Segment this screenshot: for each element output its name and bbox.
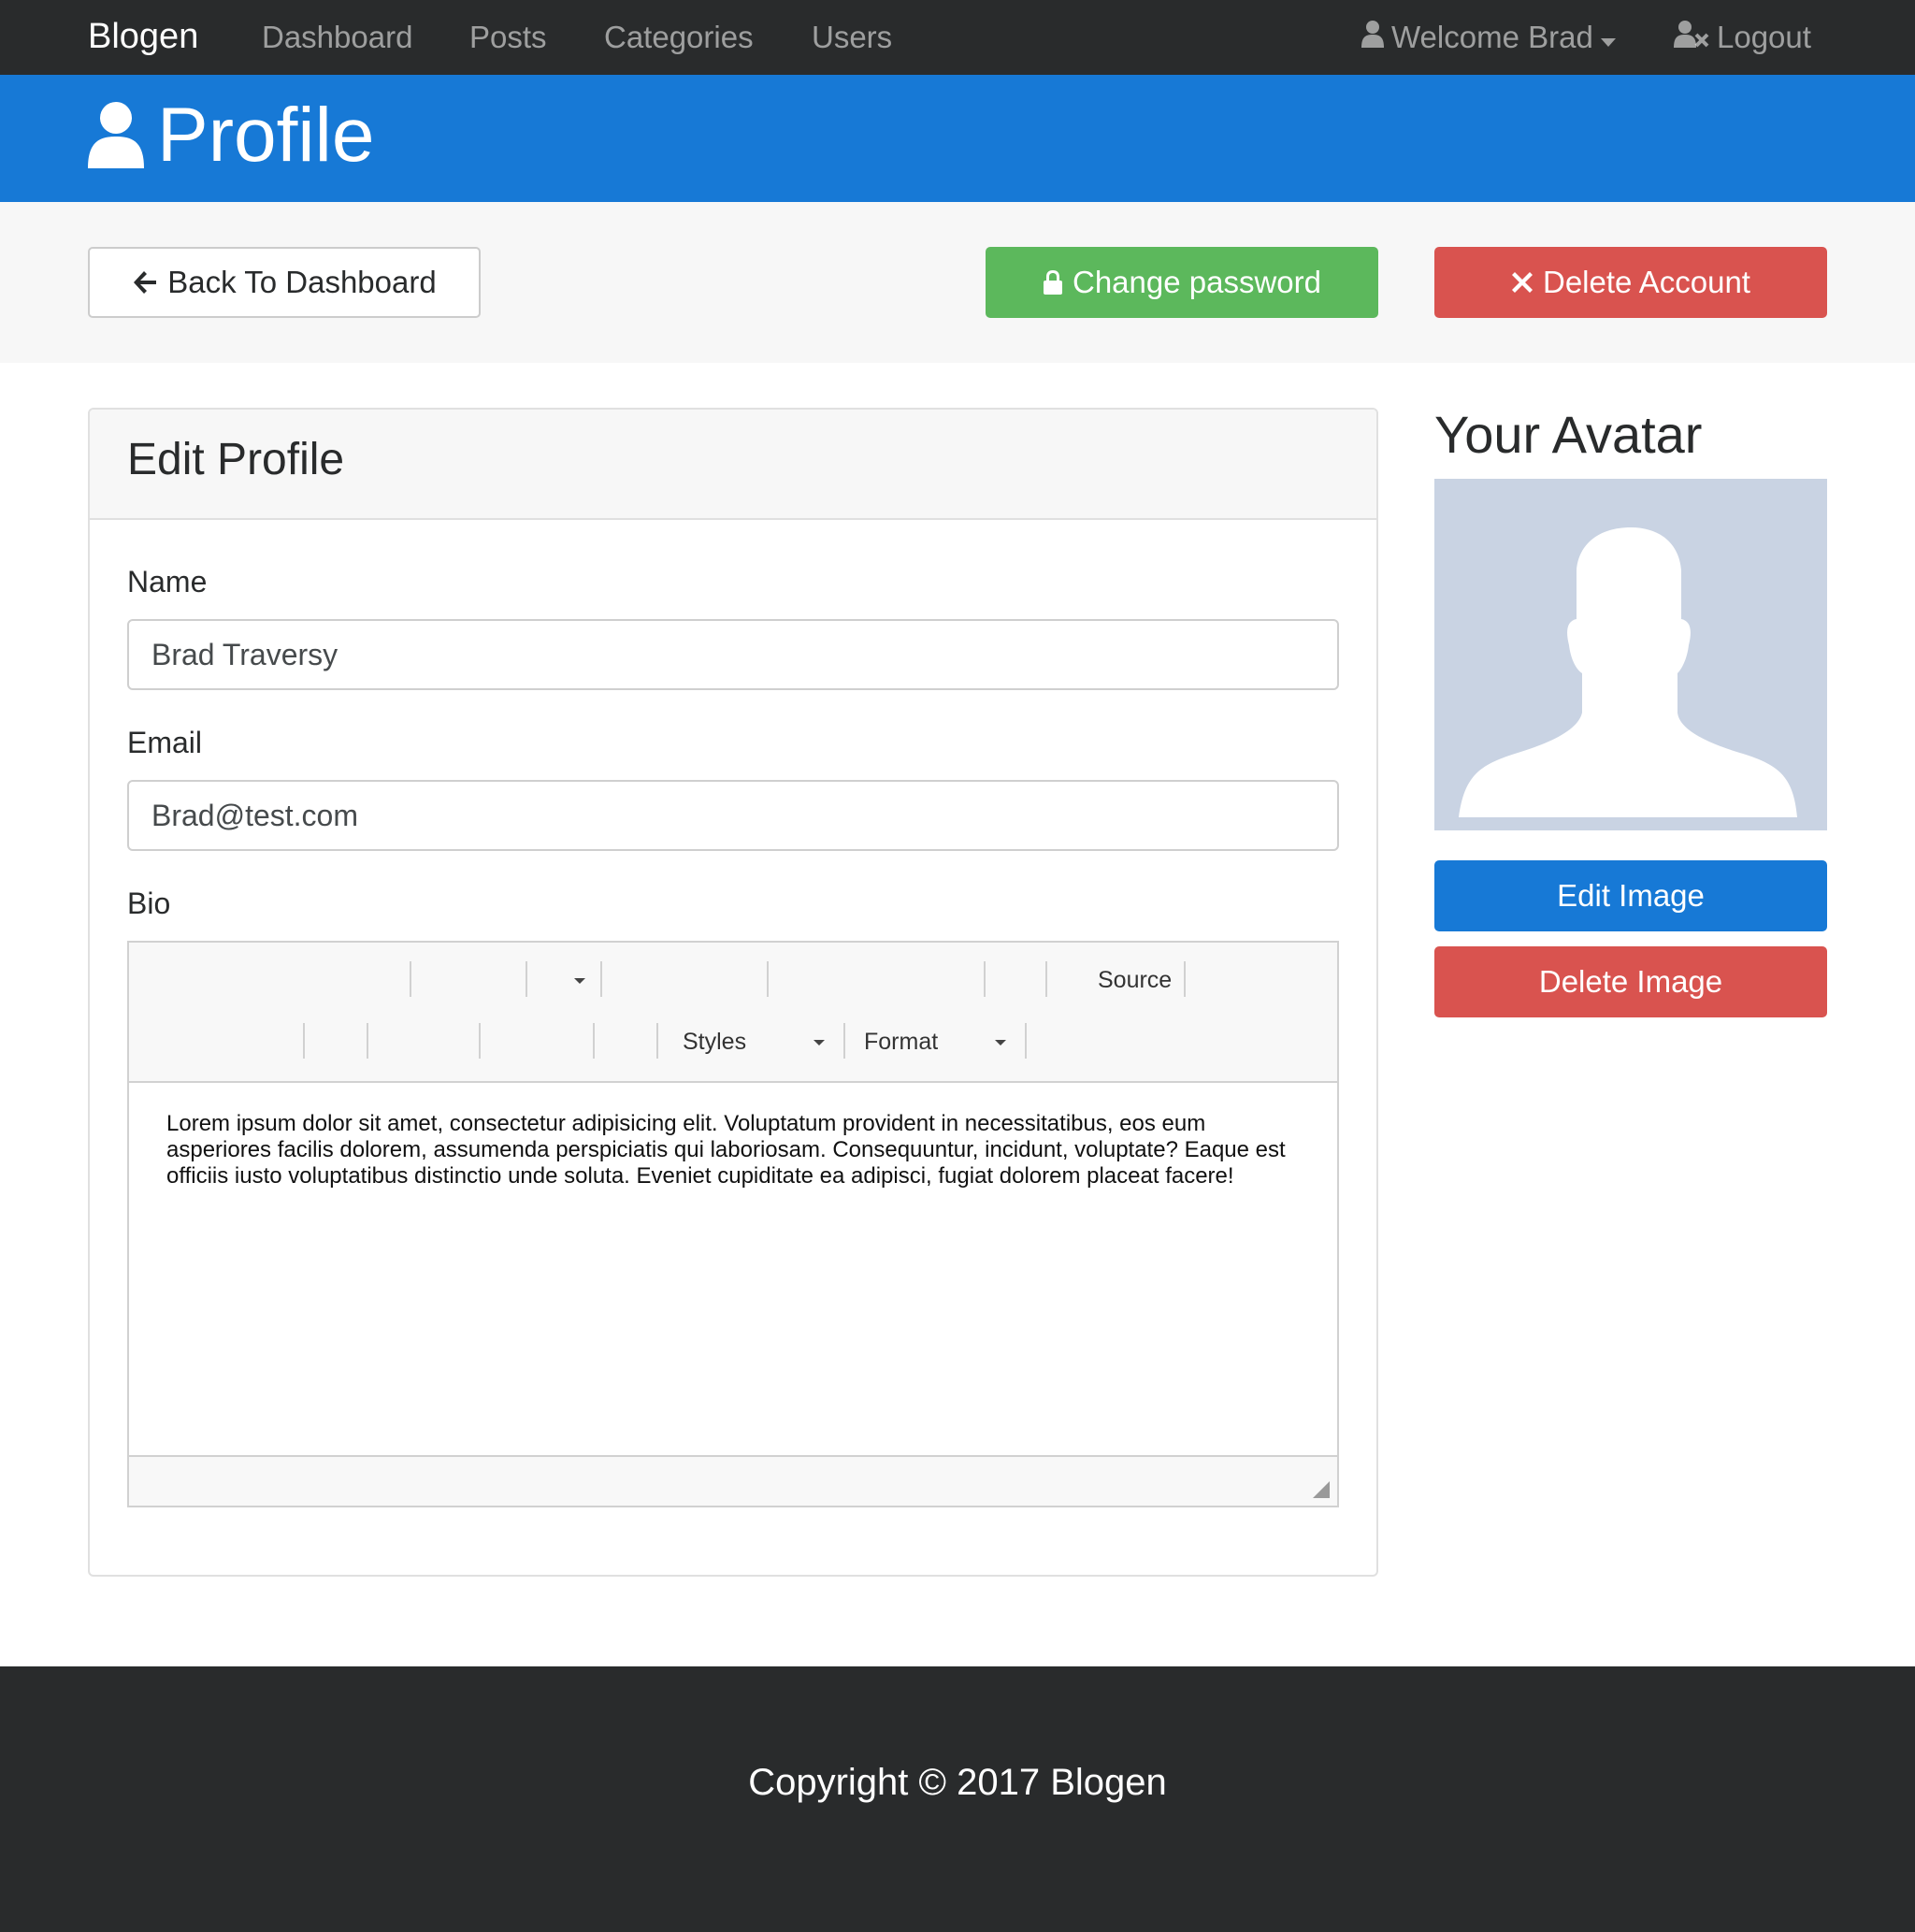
editor-content[interactable]: Lorem ipsum dolor sit amet, consectetur … (166, 1111, 1307, 1189)
nav-link-dashboard[interactable]: Dashboard (262, 20, 412, 55)
toolbar-separator (479, 1023, 481, 1059)
toolbar-separator (656, 1023, 658, 1059)
editor-toolbar: Source Styles Format (129, 943, 1337, 1083)
card-header: Edit Profile (90, 410, 1376, 520)
welcome-label: Welcome Brad (1391, 20, 1593, 54)
toolbar-separator (1045, 961, 1047, 997)
logout-link[interactable]: Logout (1674, 20, 1811, 55)
toolbar-separator (410, 961, 411, 997)
bio-rich-text-editor: Source Styles Format Lorem ipsum dolor s… (127, 941, 1339, 1507)
avatar-image (1434, 479, 1827, 830)
copyright-text: Copyright © 2017 Blogen (748, 1762, 1167, 1803)
logout-label: Logout (1717, 20, 1811, 54)
top-navbar: Blogen Dashboard Posts Categories Users … (0, 0, 1915, 75)
edit-profile-card: Edit Profile Name Email Bio Source Style… (88, 408, 1378, 1577)
back-label: Back To Dashboard (167, 265, 437, 299)
email-label: Email (127, 726, 203, 759)
delete-account-label: Delete Account (1543, 265, 1750, 299)
user-icon (88, 101, 144, 173)
caret-down-icon[interactable] (995, 1040, 1006, 1045)
toolbar-separator (1025, 1023, 1027, 1059)
toolbar-separator (593, 1023, 595, 1059)
toolbar-separator (303, 1023, 305, 1059)
page-title: Profile (157, 93, 375, 178)
format-dropdown[interactable]: Format (864, 1029, 938, 1056)
caret-down-icon[interactable] (574, 978, 585, 984)
user-icon (1361, 20, 1384, 55)
bio-label: Bio (127, 887, 171, 920)
delete-image-button[interactable]: Delete Image (1434, 946, 1827, 1017)
nav-link-users[interactable]: Users (812, 20, 892, 55)
toolbar-separator (767, 961, 769, 997)
back-to-dashboard-button[interactable]: Back To Dashboard (88, 247, 481, 318)
delete-account-button[interactable]: Delete Account (1434, 247, 1827, 318)
arrow-left-icon (132, 269, 158, 296)
caret-down-icon[interactable] (814, 1040, 825, 1045)
email-field[interactable] (127, 780, 1339, 851)
source-button[interactable]: Source (1098, 967, 1172, 994)
nav-link-posts[interactable]: Posts (469, 20, 547, 55)
nav-link-categories[interactable]: Categories (604, 20, 754, 55)
page-footer: Copyright © 2017 Blogen (0, 1666, 1915, 1932)
avatar-title: Your Avatar (1434, 405, 1703, 464)
actions-bar: Back To Dashboard Change password Delete… (0, 202, 1915, 363)
brand-logo[interactable]: Blogen (88, 17, 198, 57)
styles-dropdown[interactable]: Styles (683, 1029, 746, 1056)
resize-handle[interactable] (1313, 1481, 1330, 1498)
toolbar-separator (1184, 961, 1186, 997)
close-icon (1511, 271, 1533, 294)
toolbar-separator (843, 1023, 845, 1059)
edit-image-button[interactable]: Edit Image (1434, 860, 1827, 931)
toolbar-separator (367, 1023, 368, 1059)
toolbar-separator (526, 961, 527, 997)
name-label: Name (127, 565, 208, 598)
caret-down-icon (1600, 20, 1616, 55)
user-times-icon (1674, 20, 1709, 55)
lock-icon (1043, 269, 1063, 296)
change-password-label: Change password (1073, 265, 1321, 299)
page-header: Profile (0, 75, 1915, 202)
toolbar-separator (600, 961, 602, 997)
editor-status-bar (129, 1455, 1337, 1506)
change-password-button[interactable]: Change password (986, 247, 1378, 318)
card-title: Edit Profile (127, 435, 345, 484)
toolbar-separator (984, 961, 986, 997)
name-field[interactable] (127, 619, 1339, 690)
welcome-dropdown[interactable]: Welcome Brad (1361, 20, 1616, 55)
